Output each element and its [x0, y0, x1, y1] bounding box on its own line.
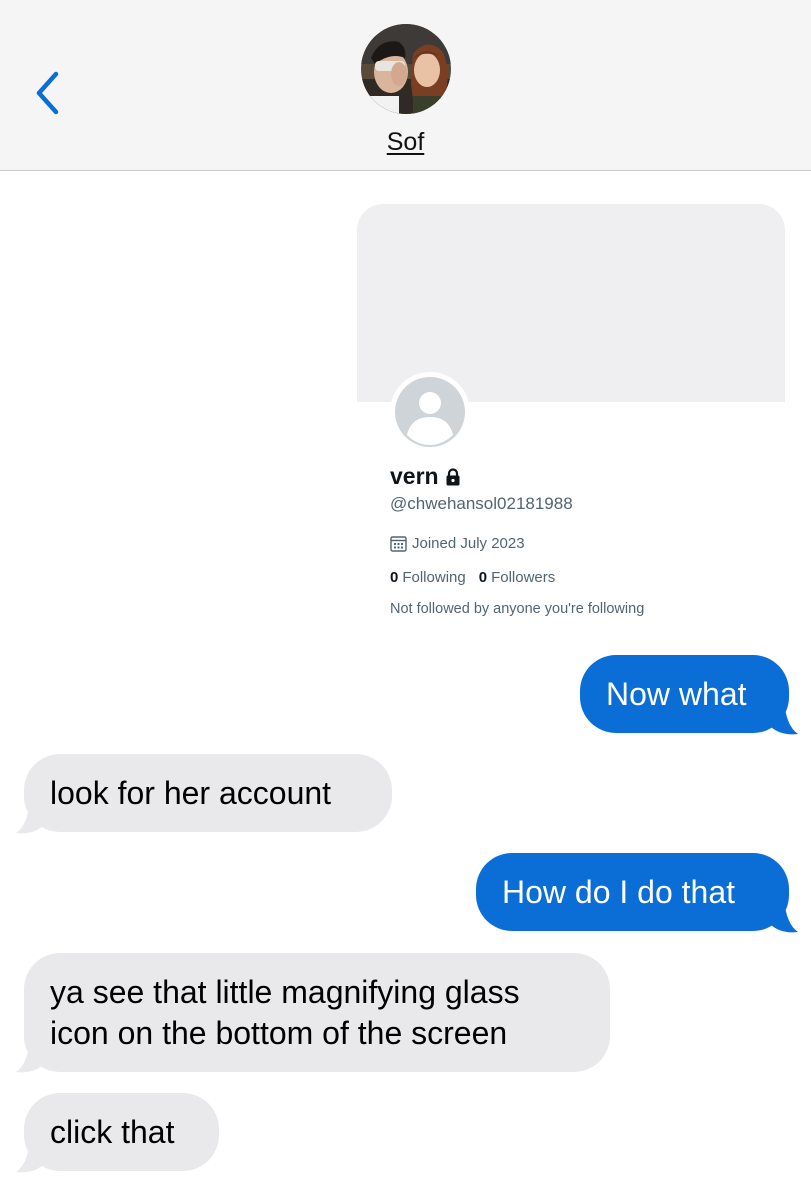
bubble-tail [770, 898, 798, 933]
contact-avatar[interactable] [361, 24, 451, 114]
message-bubble-incoming[interactable]: ya see that little magnifying glass icon… [24, 953, 610, 1072]
message-text: click that [50, 1113, 175, 1150]
followers-stat[interactable]: 0 Followers [479, 569, 556, 586]
message-bubble-outgoing[interactable]: How do I do that [476, 853, 789, 931]
profile-avatar [390, 372, 470, 452]
profile-stats: 0 Following 0 Followers [390, 569, 555, 586]
bubble-tail [770, 700, 798, 735]
profile-display-name: vern [390, 463, 439, 489]
message-text: Now what [606, 675, 747, 712]
lock-icon [446, 467, 460, 485]
followers-count: 0 [478, 569, 488, 586]
profile-handle: @chwehansol02181988 [390, 494, 573, 513]
message-text-line: ya see that little magnifying glass [50, 973, 520, 1010]
bubble-tail [16, 1038, 44, 1073]
calendar-icon [390, 536, 407, 552]
bubble-tail [16, 799, 44, 834]
followed-by-note: Not followed by anyone you're following [390, 601, 645, 617]
following-stat[interactable]: 0 Following [390, 569, 466, 586]
profile-joined: Joined July 2023 [390, 535, 525, 552]
default-avatar-icon [395, 377, 465, 447]
message-text: look for her account [50, 774, 332, 811]
message-bubble-incoming[interactable]: look for her account [24, 754, 392, 832]
message-bubble-outgoing[interactable]: Now what [580, 655, 789, 733]
profile-joined-text: Joined July 2023 [412, 535, 525, 552]
profile-name-row: vern [390, 463, 461, 490]
message-bubble-incoming[interactable]: click that [24, 1093, 219, 1171]
following-count: 0 [390, 569, 399, 586]
bubble-tail [16, 1138, 44, 1173]
followers-label: Followers [491, 569, 556, 586]
conversation-header: Sof [0, 0, 811, 171]
shared-profile-card[interactable]: vern @chwehansol02181988 Joined July 202… [357, 204, 785, 640]
message-text: How do I do that [502, 873, 736, 910]
contact-name[interactable]: Sof [0, 128, 811, 157]
message-text-line: icon on the bottom of the screen [50, 1014, 508, 1051]
following-label: Following [402, 569, 466, 586]
chevron-left-icon[interactable] [30, 68, 66, 118]
